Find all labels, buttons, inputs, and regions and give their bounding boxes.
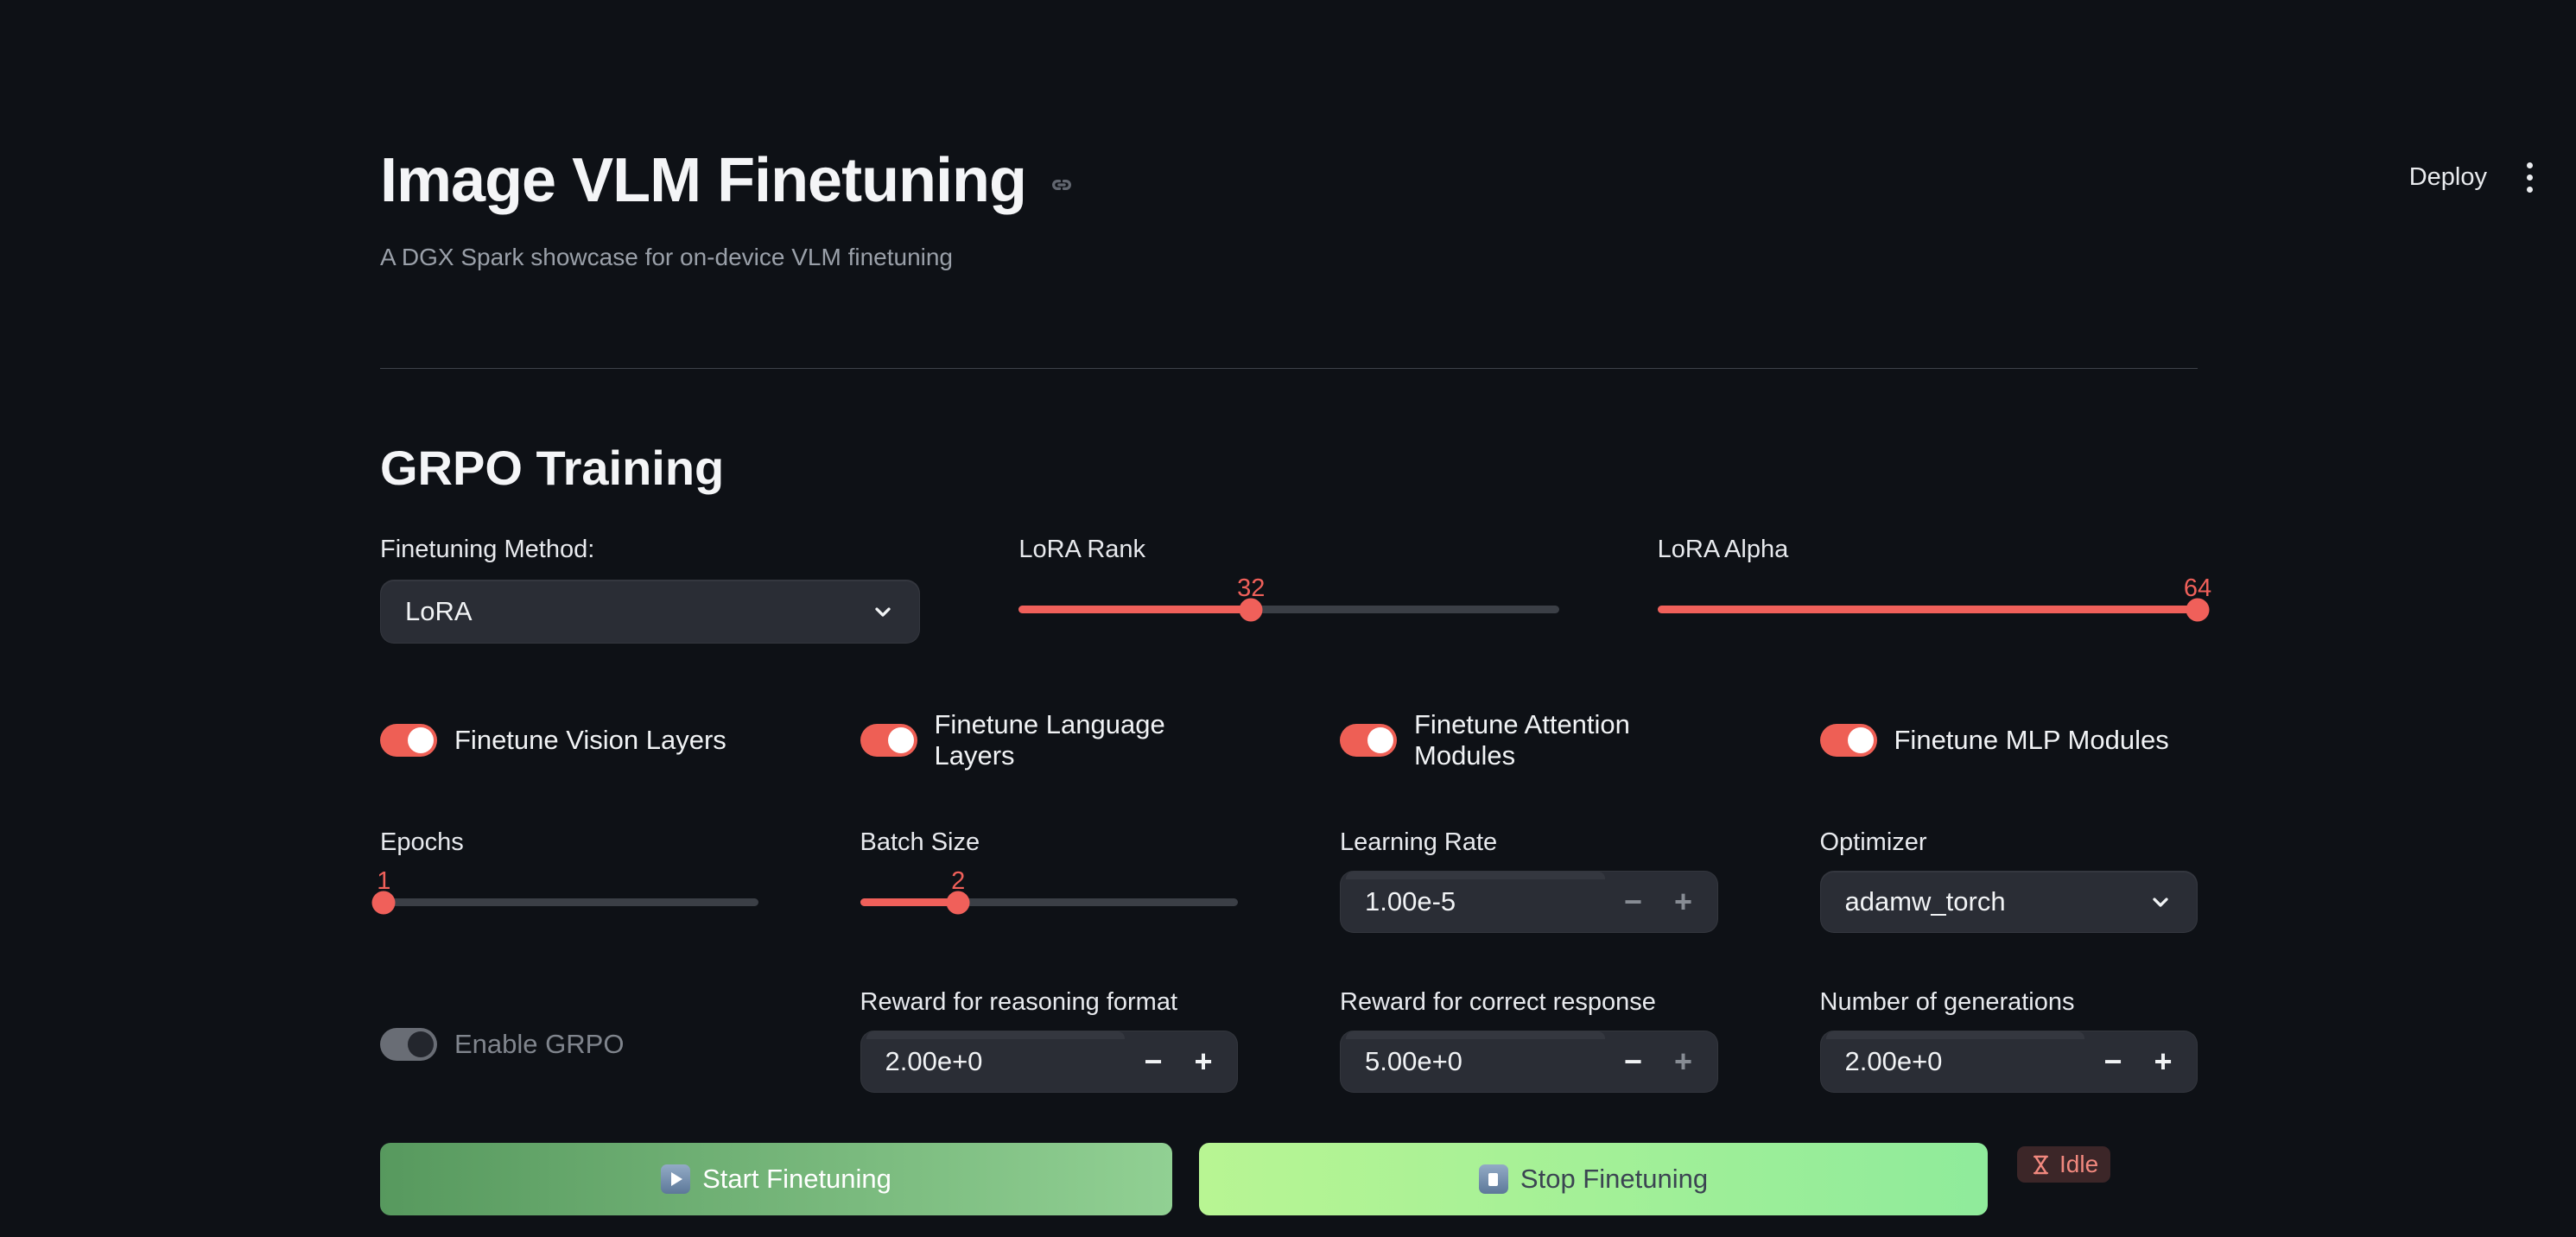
lora-rank-fill — [1018, 606, 1251, 613]
stop-finetuning-label: Stop Finetuning — [1520, 1164, 1708, 1195]
reward-reasoning-field: Reward for reasoning format 2.00e+0 − + — [860, 988, 1239, 1093]
reward-correct-field: Reward for correct response 5.00e+0 − + — [1340, 988, 1718, 1093]
mlp-modules-label: Finetune MLP Modules — [1894, 725, 2169, 756]
stop-finetuning-button[interactable]: Stop Finetuning — [1199, 1143, 1988, 1215]
start-finetuning-label: Start Finetuning — [702, 1164, 891, 1195]
epochs-label: Epochs — [380, 828, 758, 857]
learning-rate-increment-button[interactable]: + — [1659, 884, 1709, 920]
mlp-modules-switch[interactable] — [1820, 724, 1877, 757]
start-finetuning-button[interactable]: Start Finetuning — [380, 1143, 1172, 1215]
reward-reasoning-value[interactable]: 2.00e+0 — [885, 1046, 1129, 1077]
finetuning-method-value: LoRA — [405, 596, 871, 627]
toggle-mlp-modules: Finetune MLP Modules — [1820, 709, 2198, 771]
deploy-button[interactable]: Deploy — [2409, 163, 2487, 192]
status-label: Idle — [2059, 1151, 2098, 1178]
batch-size-fill — [860, 898, 959, 906]
reward-reasoning-input[interactable]: 2.00e+0 − + — [860, 1031, 1239, 1093]
batch-size-label: Batch Size — [860, 828, 1239, 857]
topbar: Deploy — [2409, 145, 2576, 209]
learning-rate-decrement-button[interactable]: − — [1608, 884, 1659, 920]
reward-correct-value[interactable]: 5.00e+0 — [1365, 1046, 1608, 1077]
toggle-language-layers: Finetune Language Layers — [860, 709, 1239, 771]
epochs-slider: Epochs 1 — [380, 828, 758, 933]
optimizer-label: Optimizer — [1820, 828, 2198, 857]
optimizer-dropdown[interactable]: adamw_torch — [1820, 871, 2198, 933]
reward-correct-decrement-button[interactable]: − — [1608, 1044, 1659, 1080]
reward-correct-increment-button[interactable]: + — [1659, 1044, 1709, 1080]
reward-reasoning-label: Reward for reasoning format — [860, 988, 1239, 1017]
main-content: Image VLM Finetuning A DGX Spark showcas… — [380, 145, 2198, 1215]
lora-alpha-thumb[interactable] — [2186, 598, 2209, 621]
divider — [380, 368, 2198, 369]
num-generations-input[interactable]: 2.00e+0 − + — [1820, 1031, 2198, 1093]
anchor-link-icon[interactable] — [1049, 172, 1075, 202]
optimizer-field: Optimizer adamw_torch — [1820, 828, 2198, 933]
finetuning-method-field: Finetuning Method: LoRA — [380, 536, 920, 644]
finetuning-method-label: Finetuning Method: — [380, 536, 920, 564]
kebab-menu-icon[interactable] — [2522, 157, 2538, 198]
lora-alpha-slider: LoRA Alpha 64 — [1658, 536, 2198, 644]
lora-rank-slider: LoRA Rank 32 — [1018, 536, 1558, 644]
play-icon — [661, 1164, 690, 1194]
lora-alpha-track[interactable] — [1658, 606, 2198, 613]
reward-correct-label: Reward for correct response — [1340, 988, 1718, 1017]
epochs-track[interactable] — [380, 898, 758, 906]
enable-grpo-switch[interactable] — [380, 1028, 437, 1061]
num-generations-decrement-button[interactable]: − — [2088, 1044, 2138, 1080]
enable-grpo-label: Enable GRPO — [454, 1029, 624, 1060]
vision-layers-switch[interactable] — [380, 724, 437, 757]
learning-rate-value[interactable]: 1.00e-5 — [1365, 886, 1608, 917]
toggle-vision-layers: Finetune Vision Layers — [380, 709, 758, 771]
hourglass-icon — [2029, 1153, 2053, 1177]
lora-alpha-fill — [1658, 606, 2198, 613]
num-generations-value[interactable]: 2.00e+0 — [1845, 1046, 2089, 1077]
learning-rate-label: Learning Rate — [1340, 828, 1718, 857]
attention-modules-switch[interactable] — [1340, 724, 1397, 757]
lora-rank-track[interactable] — [1018, 606, 1558, 613]
batch-size-track[interactable] — [860, 898, 1239, 906]
batch-size-thumb[interactable] — [947, 891, 970, 914]
reward-reasoning-increment-button[interactable]: + — [1178, 1044, 1228, 1080]
page-title: Image VLM Finetuning — [380, 145, 1026, 216]
reward-reasoning-decrement-button[interactable]: − — [1128, 1044, 1178, 1080]
stop-icon — [1479, 1164, 1508, 1194]
chevron-down-icon — [871, 599, 895, 624]
batch-size-slider: Batch Size 2 — [860, 828, 1239, 933]
finetuning-method-dropdown[interactable]: LoRA — [380, 580, 920, 644]
lora-alpha-label: LoRA Alpha — [1658, 536, 2198, 564]
learning-rate-input[interactable]: 1.00e-5 − + — [1340, 871, 1718, 933]
num-generations-increment-button[interactable]: + — [2138, 1044, 2188, 1080]
toggle-attention-modules: Finetune Attention Modules — [1340, 709, 1718, 771]
lora-rank-thumb[interactable] — [1240, 598, 1263, 621]
reward-correct-input[interactable]: 5.00e+0 − + — [1340, 1031, 1718, 1093]
optimizer-value: adamw_torch — [1845, 886, 2149, 917]
attention-modules-label: Finetune Attention Modules — [1414, 709, 1718, 771]
num-generations-field: Number of generations 2.00e+0 − + — [1820, 988, 2198, 1093]
page-subtitle: A DGX Spark showcase for on-device VLM f… — [380, 244, 2198, 271]
language-layers-switch[interactable] — [860, 724, 917, 757]
chevron-down-icon — [2148, 890, 2173, 914]
learning-rate-field: Learning Rate 1.00e-5 − + — [1340, 828, 1718, 933]
toggle-enable-grpo: Enable GRPO — [380, 995, 758, 1093]
num-generations-label: Number of generations — [1820, 988, 2198, 1017]
language-layers-label: Finetune Language Layers — [935, 709, 1239, 771]
vision-layers-label: Finetune Vision Layers — [454, 725, 726, 756]
lora-rank-label: LoRA Rank — [1018, 536, 1558, 564]
epochs-thumb[interactable] — [372, 891, 396, 914]
status-badge: Idle — [2017, 1146, 2110, 1183]
section-heading: GRPO Training — [380, 440, 2198, 496]
